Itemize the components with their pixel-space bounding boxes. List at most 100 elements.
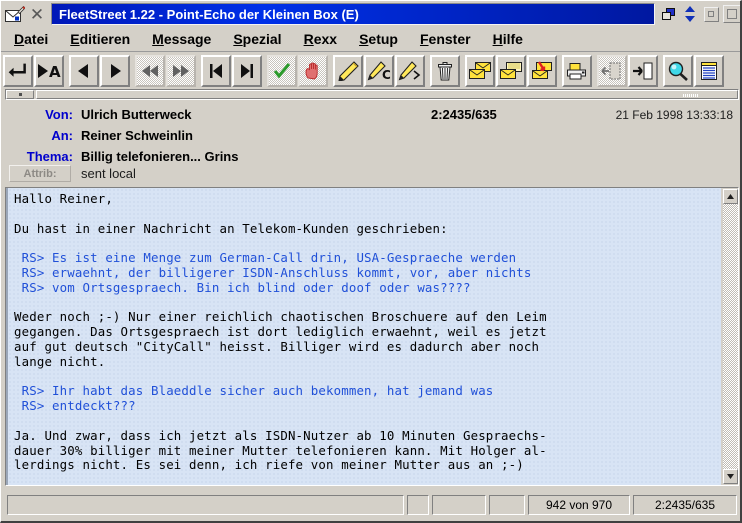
restore-button[interactable] [701,3,721,25]
toolbar-scrollbar[interactable] [5,89,739,100]
body-line: Weder noch ;-) Nur einer reichlich chaot… [14,309,547,325]
attrib-value: sent local [81,166,136,181]
menu-item-editieren[interactable]: Editieren [61,30,139,49]
attrib-button[interactable]: Attrib: [9,165,71,182]
previous-message-button[interactable] [69,54,99,87]
header-row-from: Von: Ulrich Butterweck 2:2435/635 21 Feb… [1,107,740,126]
redirect-message-button[interactable] [527,54,557,87]
first-message-button[interactable] [201,54,231,87]
right-triangle-icon [111,63,121,78]
menu-accel: H [492,30,503,47]
body-line: RS> entdeckt??? [14,398,136,414]
enter-arrow-icon [8,63,26,77]
status-panel-b [432,495,486,515]
from-address: 2:2435/635 [431,107,497,122]
to-label-wrap: An: [1,128,73,147]
mail-compose-icon[interactable] [3,3,27,25]
status-main-panel [7,495,404,515]
body-vertical-scrollbar[interactable] [721,188,738,485]
new-message-button[interactable] [333,54,363,87]
menu-accel: S [359,30,369,47]
list-icon [701,61,717,80]
move-message-button[interactable] [496,54,526,87]
updown-arrows-icon[interactable] [680,3,700,25]
message-body-text-area[interactable]: Hallo Reiner, Du hast in einer Nachricht… [6,188,721,485]
menu-item-hilfe[interactable]: Hilfe [484,30,532,49]
toolbar-group-tools [663,54,725,87]
body-line: lerdings nicht. Es sei denn, ich riefe v… [14,457,524,473]
menu-accel: D [14,30,25,47]
body-scroll-track[interactable] [722,204,738,469]
body-line [14,414,721,429]
comment-message-button[interactable]: C [364,54,394,87]
copy-message-button[interactable] [465,54,495,87]
reply-button[interactable] [3,54,33,87]
skip-last-icon [241,63,253,78]
resize-grip[interactable] [725,506,739,520]
header-row-to: An: Reiner Schweinlin [1,128,740,147]
previous-thread-button[interactable] [135,54,165,87]
menu-item-message[interactable]: Message [143,30,220,49]
title-bar: ✕ FleetStreet 1.22 - Point-Echo der Klei… [1,1,740,27]
left-triangle-icon [78,63,88,78]
print-button[interactable] [562,54,592,87]
close-icon[interactable]: ✕ [27,3,47,25]
search-button[interactable] [663,54,693,87]
read-aloud-button[interactable]: A [34,54,64,87]
window-title: FleetStreet 1.22 - Point-Echo der Kleine… [59,6,359,22]
from-label: Von: [45,107,73,122]
toolbar-group-reply: A [3,54,65,87]
body-line: Du hast in einer Nachricht an Telekom-Ku… [14,220,448,236]
move-mail-icon [500,61,522,79]
status-bar: 942 von 970 2:2435/635 [5,492,739,518]
status-message-count: 942 von 970 [528,495,630,515]
menu-accel: M [152,30,164,47]
next-message-button[interactable] [100,54,130,87]
menu-label: ditieren [79,30,131,47]
to-label: An: [51,128,73,143]
menu-label: essage [163,30,212,47]
red-hand-icon [305,62,318,79]
to-value: Reiner Schweinlin [81,128,193,143]
fleetstreet-window: ✕ FleetStreet 1.22 - Point-Echo der Klei… [0,0,742,523]
scroll-up-arrow-icon[interactable] [722,189,738,204]
message-header: Von: Ulrich Butterweck 2:2435/635 21 Feb… [1,101,740,186]
redirect-mail-icon [532,60,552,79]
last-message-button[interactable] [232,54,262,87]
double-right-icon [173,64,189,77]
toolbar-group-transfer [597,54,659,87]
pencil-arrow-icon [398,60,421,80]
from-label-wrap: Von: [1,107,73,126]
menu-item-fenster[interactable]: Fenster [411,30,480,49]
play-a-icon: A [38,63,61,79]
mark-read-button[interactable] [267,54,297,87]
cascade-icon[interactable] [659,3,679,25]
menu-item-spezial[interactable]: Spezial [224,30,290,49]
pencil-c-icon: C [367,60,391,81]
scroll-down-arrow-icon[interactable] [722,469,738,484]
menu-item-rexx[interactable]: Rexx [295,30,346,49]
menu-accel: E [70,30,80,47]
delete-button[interactable] [430,54,460,87]
message-list-button[interactable] [694,54,724,87]
import-button[interactable] [597,54,627,87]
trash-icon [438,61,452,80]
menu-item-datei[interactable]: Datei [5,30,57,49]
scroll-left-icon[interactable] [6,90,34,99]
body-line: dauer 30% billiger mit meiner Mutter tel… [14,442,547,458]
import-file-icon [601,62,621,79]
toolbar-scroll-thumb[interactable] [36,90,738,99]
title-strip[interactable]: FleetStreet 1.22 - Point-Echo der Kleine… [51,3,655,25]
menu-label: pezial [242,30,282,47]
toolbar-group-compose: C [333,54,426,87]
export-button[interactable] [628,54,658,87]
stop-button[interactable] [298,54,328,87]
maximize-button[interactable] [722,3,740,25]
toolbar-group-firstlast [201,54,263,87]
from-value: Ulrich Butterweck [81,107,192,122]
forward-message-button[interactable] [395,54,425,87]
next-thread-button[interactable] [166,54,196,87]
body-line [14,473,721,485]
svg-text:A: A [49,63,61,79]
menu-item-setup[interactable]: Setup [350,30,407,49]
